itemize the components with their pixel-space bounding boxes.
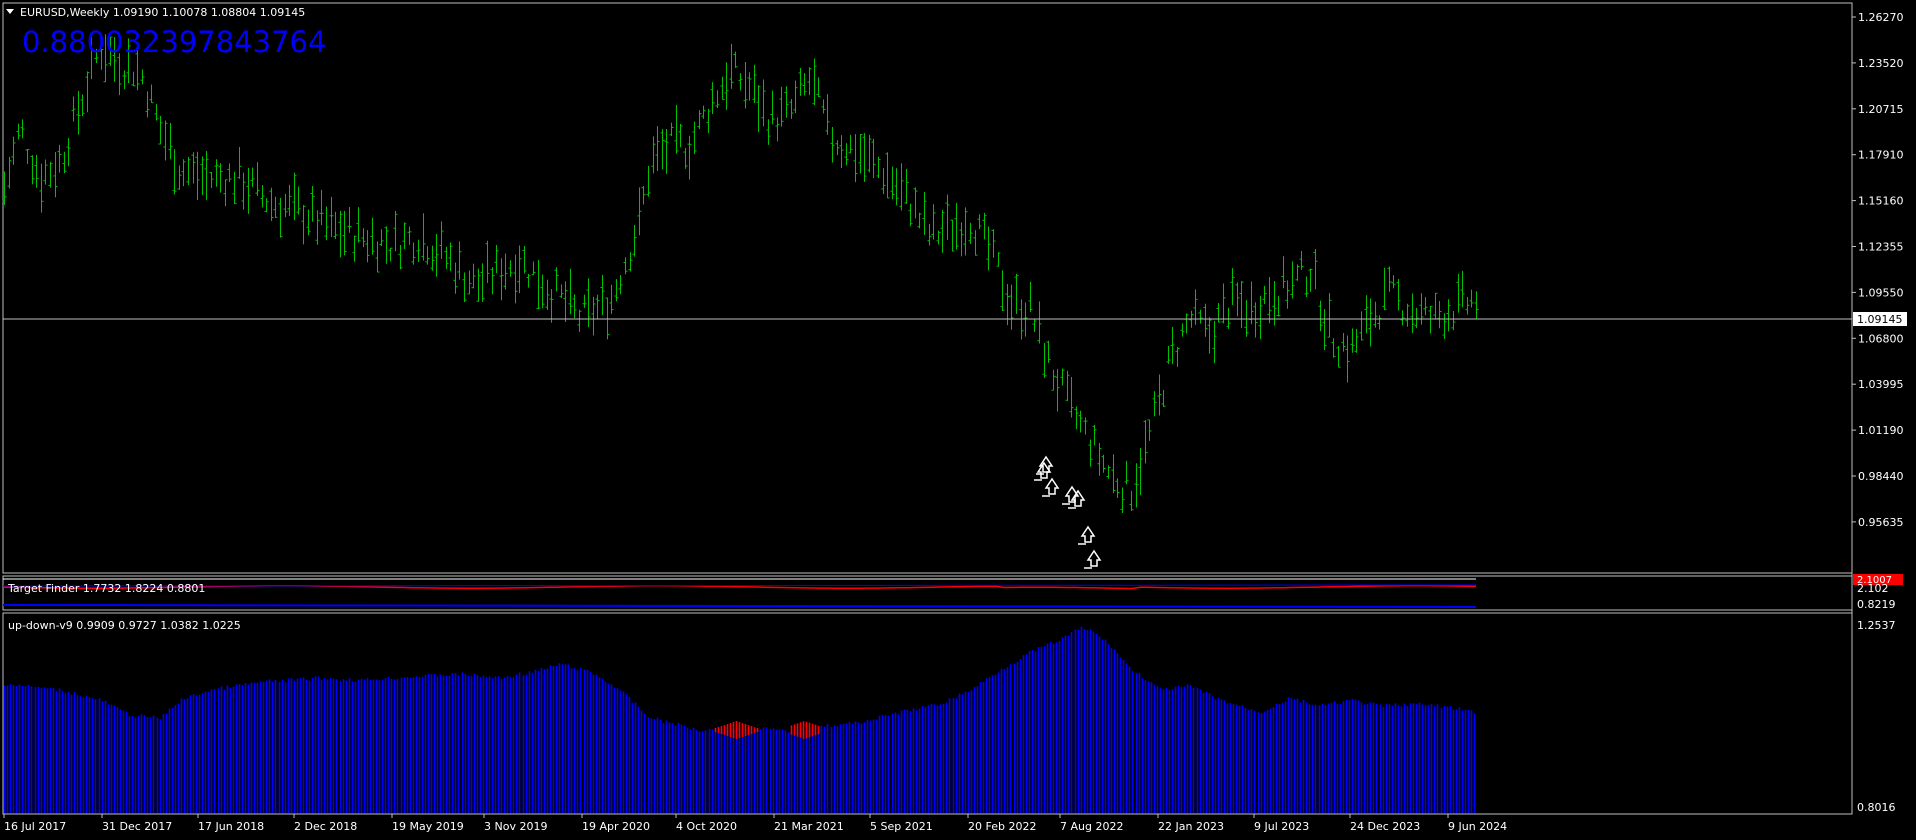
price-axis-label: 1.12355 [1858, 241, 1904, 254]
price-axis-label: 1.15160 [1858, 195, 1904, 208]
big-value-label: 0.880032397843764 [22, 25, 326, 59]
price-axis: 1.26270 1.23520 1.20715 1.17910 1.15160 1.123… [1852, 11, 1904, 529]
time-axis: 16 Jul 2017 31 Dec 2017 17 Jun 2018 2 Dec 2… [3, 814, 1507, 833]
trading-chart[interactable]: EURUSD,Weekly 1.09190 1.10078 1.08804 1.… [0, 0, 1916, 840]
indicator1-axis-bottom: 0.8219 [1857, 598, 1896, 611]
indicator2-frame [2, 612, 1853, 815]
symbol-header: EURUSD,Weekly 1.09190 1.10078 1.08804 1.… [20, 6, 305, 19]
indicator1-axis-top: 2.102 [1857, 582, 1889, 595]
price-axis-label: 0.95635 [1858, 516, 1904, 529]
indicator2-axis-top: 1.2537 [1857, 619, 1896, 632]
price-axis-label: 1.03995 [1858, 378, 1904, 391]
price-axis-label: 0.98440 [1858, 470, 1904, 483]
time-axis-label: 22 Jan 2023 [1158, 820, 1224, 833]
price-axis-label: 1.17910 [1858, 149, 1904, 162]
price-axis-label: 1.20715 [1858, 103, 1904, 116]
main-chart-frame [2, 2, 1853, 574]
price-axis-label: 1.06800 [1858, 332, 1904, 345]
time-axis-label: 5 Sep 2021 [870, 820, 933, 833]
indicator2-label: up-down-v9 0.9909 0.9727 1.0382 1.0225 [8, 619, 241, 632]
time-axis-label: 9 Jun 2024 [1448, 820, 1507, 833]
indicator2-axis-bottom: 0.8016 [1857, 801, 1896, 814]
time-axis-label: 19 May 2019 [392, 820, 464, 833]
price-axis-label: 1.09550 [1858, 286, 1904, 299]
time-axis-label: 19 Apr 2020 [582, 820, 650, 833]
time-axis-label: 21 Mar 2021 [774, 820, 844, 833]
time-axis-label: 16 Jul 2017 [4, 820, 66, 833]
time-axis-label: 17 Jun 2018 [198, 820, 264, 833]
time-axis-label: 24 Dec 2023 [1350, 820, 1420, 833]
time-axis-label: 4 Oct 2020 [676, 820, 737, 833]
price-axis-label: 1.23520 [1858, 57, 1904, 70]
time-axis-label: 2 Dec 2018 [294, 820, 357, 833]
price-axis-label: 1.26270 [1858, 11, 1904, 24]
price-axis-label: 1.01190 [1858, 424, 1904, 437]
time-axis-label: 3 Nov 2019 [484, 820, 547, 833]
time-axis-label: 9 Jul 2023 [1254, 820, 1309, 833]
current-price-label: 1.09145 [1857, 313, 1903, 326]
time-axis-label: 20 Feb 2022 [968, 820, 1036, 833]
time-axis-label: 31 Dec 2017 [102, 820, 172, 833]
time-axis-label: 7 Aug 2022 [1060, 820, 1123, 833]
indicator1-label: Target Finder 1.7732 1.8224 0.8801 [7, 582, 205, 595]
